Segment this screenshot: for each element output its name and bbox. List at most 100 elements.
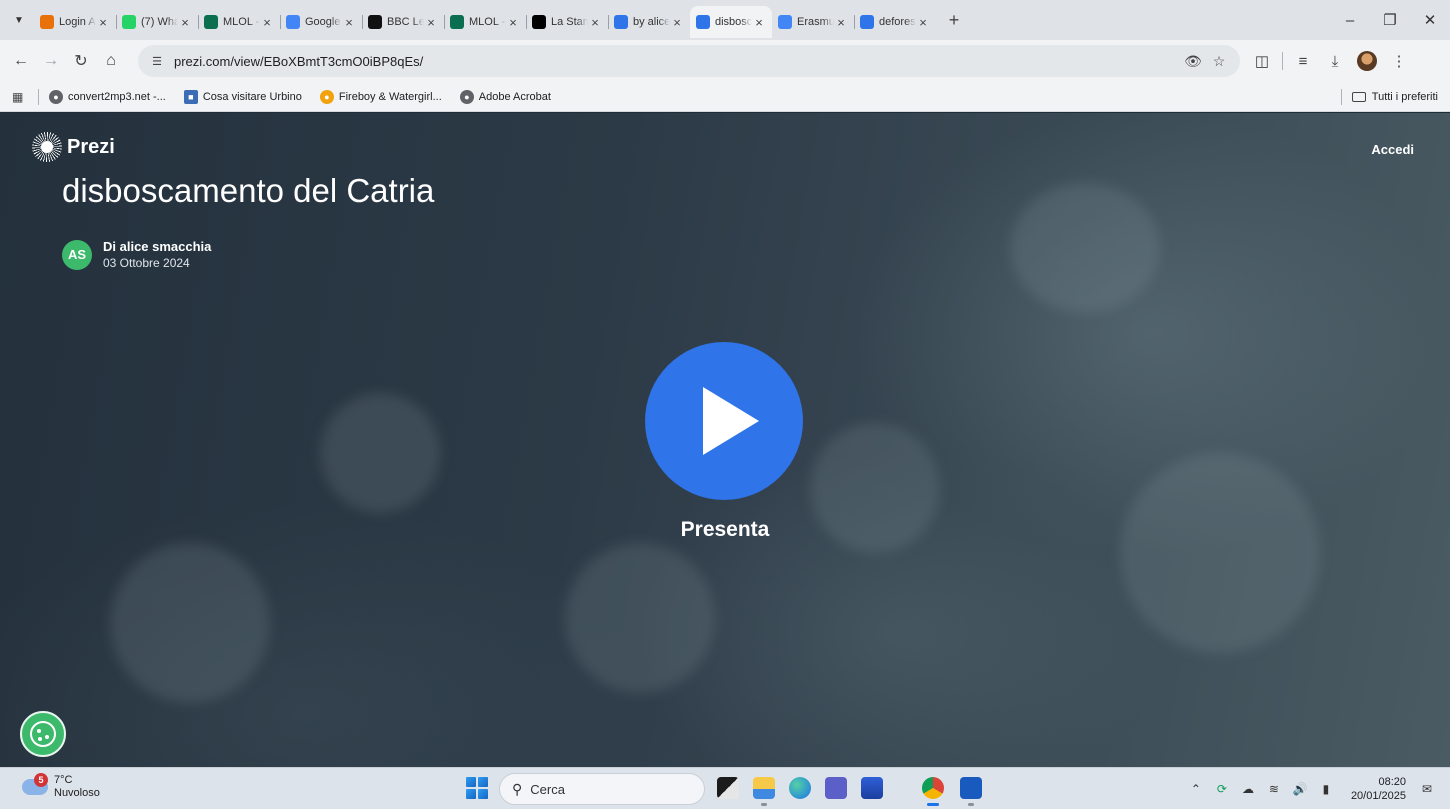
cloud-icon: 5 bbox=[22, 773, 48, 795]
browser-tab[interactable]: Login Ar × bbox=[34, 6, 116, 38]
publish-date: 03 Ottobre 2024 bbox=[103, 256, 190, 270]
profile-avatar[interactable] bbox=[1357, 51, 1377, 71]
background-blur-shape bbox=[565, 543, 715, 693]
word-icon[interactable] bbox=[960, 777, 982, 806]
eye-off-icon[interactable]: 👁 bbox=[1180, 53, 1206, 70]
more-menu-icon[interactable]: ⋮ bbox=[1383, 52, 1415, 70]
tab-title: MLOL - I bbox=[223, 16, 260, 28]
file-explorer-icon[interactable] bbox=[753, 777, 775, 806]
browser-tab[interactable]: Erasmus× bbox=[772, 6, 854, 38]
urbino-icon: ■ bbox=[183, 89, 198, 104]
browser-tab[interactable]: La Stamp× bbox=[526, 6, 608, 38]
restore-icon[interactable]: ❐ bbox=[1370, 0, 1410, 40]
bookmark-urbino[interactable]: ■ Cosa visitare Urbino bbox=[183, 89, 302, 104]
star-icon[interactable]: ☆ bbox=[1206, 53, 1232, 70]
tab-strip: ▼ Login Ar×(7) What×MLOL - I×Google T×BB… bbox=[0, 0, 1450, 40]
back-icon[interactable]: ← bbox=[6, 46, 36, 76]
apps-grid-icon[interactable]: ▦ bbox=[12, 90, 28, 104]
translate-favicon bbox=[286, 15, 300, 29]
browser-toolbar: ← → ↻ ⌂ ☰ prezi.com/view/EBoXBmtT3cmO0iB… bbox=[0, 40, 1450, 82]
all-bookmarks-folder[interactable]: Tutti i preferiti bbox=[1331, 88, 1438, 105]
present-label[interactable]: Presenta bbox=[0, 518, 1450, 542]
close-icon[interactable]: × bbox=[96, 15, 110, 30]
home-icon[interactable]: ⌂ bbox=[96, 46, 126, 76]
bookmark-label: Fireboy & Watergirl... bbox=[338, 90, 442, 103]
prezi-logo-icon bbox=[32, 132, 62, 162]
browser-tab[interactable]: MLOL - I× bbox=[444, 6, 526, 38]
download-icon[interactable]: ⤓ bbox=[1319, 53, 1351, 70]
prezi-logo[interactable]: Prezi bbox=[32, 132, 115, 162]
battery-icon[interactable]: ▮ bbox=[1315, 782, 1337, 796]
browser-tab[interactable]: disbosca× bbox=[690, 6, 772, 38]
bookmark-fireboy[interactable]: ● Fireboy & Watergirl... bbox=[319, 89, 442, 104]
background-blur-shape bbox=[1010, 183, 1160, 313]
sync-icon[interactable]: ⟳ bbox=[1211, 782, 1233, 796]
teams-icon[interactable] bbox=[825, 777, 847, 799]
close-icon[interactable]: × bbox=[506, 15, 520, 30]
close-icon[interactable]: × bbox=[342, 15, 356, 30]
browser-tab[interactable]: Google T× bbox=[280, 6, 362, 38]
tab-list: Login Ar×(7) What×MLOL - I×Google T×BBC … bbox=[34, 2, 936, 38]
chrome-icon[interactable] bbox=[922, 777, 944, 806]
store-icon[interactable] bbox=[861, 777, 883, 799]
tab-search-icon[interactable]: ▼ bbox=[8, 9, 30, 31]
cookie-settings-button[interactable] bbox=[20, 711, 66, 757]
mlol-favicon bbox=[204, 15, 218, 29]
bookmark-convert2mp3[interactable]: ● convert2mp3.net -... bbox=[49, 89, 166, 104]
tab-title: La Stamp bbox=[551, 16, 588, 28]
weather-widget[interactable]: 5 7°C Nuvoloso bbox=[22, 773, 100, 800]
chevron-up-icon[interactable]: ⌃ bbox=[1185, 782, 1207, 796]
mlol-favicon bbox=[450, 15, 464, 29]
play-button[interactable] bbox=[645, 342, 803, 500]
globe-icon: ● bbox=[49, 89, 63, 104]
close-window-icon[interactable]: ✕ bbox=[1410, 0, 1450, 40]
close-icon[interactable]: × bbox=[260, 15, 274, 30]
close-icon[interactable]: × bbox=[424, 15, 438, 30]
wifi-icon[interactable]: ≋ bbox=[1263, 782, 1285, 796]
notification-icon[interactable]: ✉ bbox=[1416, 782, 1438, 796]
new-tab-button[interactable]: + bbox=[940, 6, 968, 34]
tab-title: Login Ar bbox=[59, 16, 96, 28]
close-icon[interactable]: × bbox=[752, 15, 766, 30]
bookmark-acrobat[interactable]: ● Adobe Acrobat bbox=[459, 89, 551, 104]
browser-tab[interactable]: BBC Lea× bbox=[362, 6, 444, 38]
cookie-icon bbox=[30, 721, 56, 747]
close-icon[interactable]: × bbox=[834, 15, 848, 30]
reading-list-icon[interactable]: ≡ bbox=[1287, 53, 1319, 70]
clock[interactable]: 08:20 20/01/2025 bbox=[1351, 775, 1406, 803]
close-icon[interactable]: × bbox=[916, 15, 930, 30]
volume-icon[interactable]: 🔊 bbox=[1289, 782, 1311, 796]
forward-icon[interactable]: → bbox=[36, 46, 66, 76]
tab-title: Google T bbox=[305, 16, 342, 28]
start-icon-tile bbox=[466, 789, 476, 799]
browser-tab[interactable]: by alice × bbox=[608, 6, 690, 38]
browser-tab[interactable]: MLOL - I× bbox=[198, 6, 280, 38]
weather-badge: 5 bbox=[34, 773, 48, 787]
taskbar-search[interactable]: ⚲ Cerca bbox=[499, 773, 705, 805]
reload-icon[interactable]: ↻ bbox=[66, 46, 96, 76]
url-text[interactable]: prezi.com/view/EBoXBmtT3cmO0iBP8qEs/ bbox=[174, 54, 1180, 69]
bar-favicon bbox=[40, 15, 54, 29]
minimize-icon[interactable]: – bbox=[1330, 0, 1370, 40]
close-icon[interactable]: × bbox=[178, 15, 192, 30]
weather-desc: Nuvoloso bbox=[54, 787, 100, 799]
tab-title: deforest bbox=[879, 16, 916, 28]
task-view-icon[interactable] bbox=[717, 777, 739, 799]
presentation-title: disboscamento del Catria bbox=[62, 172, 435, 209]
start-button[interactable] bbox=[466, 777, 488, 799]
all-bookmarks-label: Tutti i preferiti bbox=[1371, 90, 1438, 103]
browser-tab[interactable]: (7) What× bbox=[116, 6, 198, 38]
close-icon[interactable]: × bbox=[670, 15, 684, 30]
address-bar[interactable]: ☰ prezi.com/view/EBoXBmtT3cmO0iBP8qEs/ 👁… bbox=[138, 45, 1240, 77]
edge-icon[interactable] bbox=[789, 777, 811, 799]
site-info-icon[interactable]: ☰ bbox=[146, 50, 168, 72]
extensions-icon[interactable]: ◫ bbox=[1246, 52, 1278, 70]
window-controls: – ❐ ✕ bbox=[1330, 0, 1450, 40]
login-button[interactable]: Accedi bbox=[1371, 142, 1414, 157]
close-icon[interactable]: × bbox=[588, 15, 602, 30]
browser-tab[interactable]: deforest × bbox=[854, 6, 936, 38]
globe-icon: ● bbox=[459, 89, 474, 104]
search-placeholder: Cerca bbox=[530, 781, 565, 797]
prezi-favicon bbox=[696, 15, 710, 29]
onedrive-icon[interactable]: ☁ bbox=[1237, 782, 1259, 796]
